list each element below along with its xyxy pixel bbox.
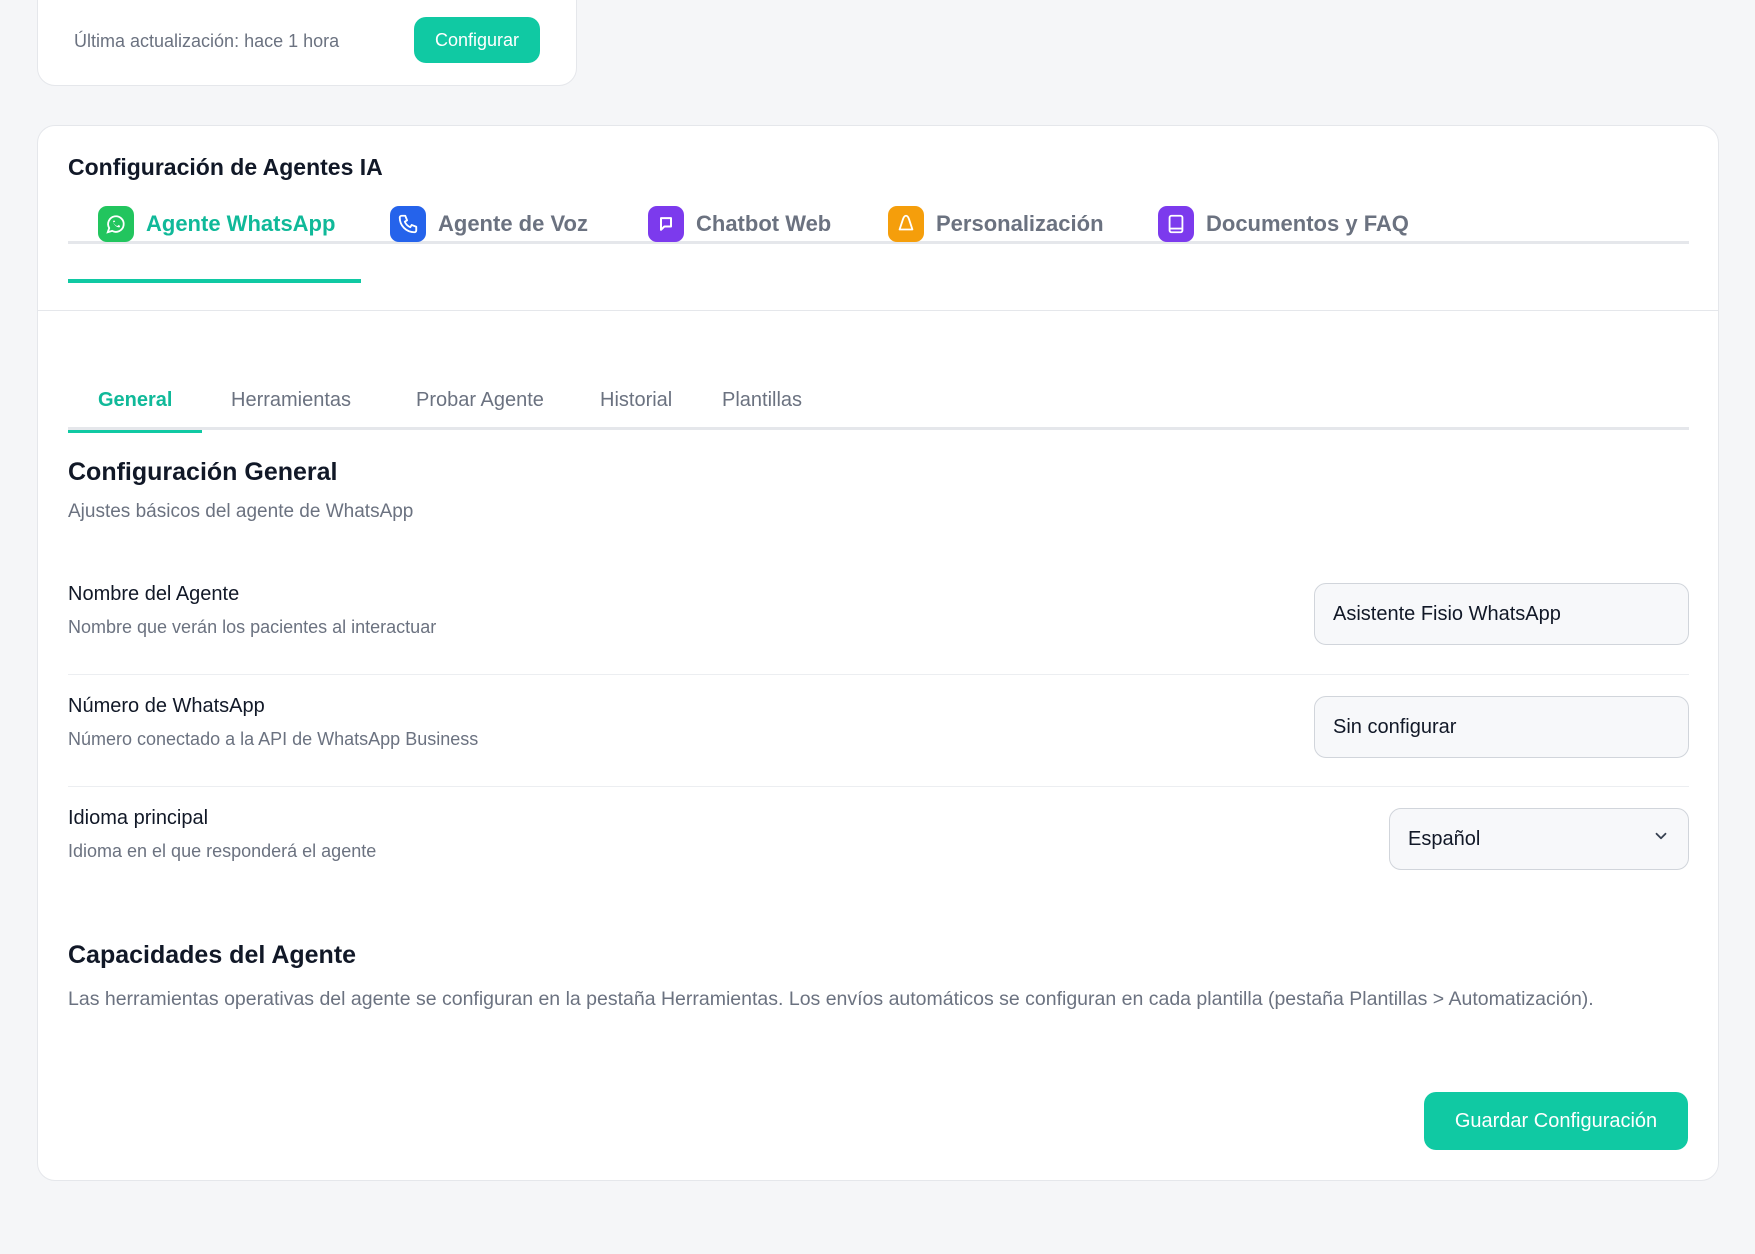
capabilities-text: Las herramientas operativas del agente s… — [68, 988, 1594, 1010]
capabilities-title: Capacidades del Agente — [68, 941, 357, 969]
agent-name-label: Nombre del Agente — [68, 583, 240, 605]
tab-personalizacion[interactable]: Personalización — [888, 204, 1104, 244]
subtab-general[interactable]: General — [68, 378, 203, 433]
language-select[interactable]: Español — [1389, 808, 1689, 870]
agent-tabs: Agente WhatsApp Agente de Voz Chatbot We… — [68, 204, 1689, 283]
tab-chatbot-web[interactable]: Chatbot Web — [648, 204, 831, 244]
setting-row-whatsapp-number: Número de WhatsApp Número conectado a la… — [68, 675, 1689, 787]
subtab-plantillas[interactable]: Plantillas — [692, 378, 832, 430]
general-section-description: Ajustes básicos del agente de WhatsApp — [68, 501, 414, 522]
agent-name-input[interactable] — [1314, 583, 1689, 645]
tab-agente-voz[interactable]: Agente de Voz — [390, 204, 588, 244]
whatsapp-number-input[interactable] — [1314, 696, 1689, 758]
bell-icon — [888, 206, 924, 242]
tab-agente-whatsapp[interactable]: Agente WhatsApp — [68, 204, 361, 283]
language-help: Idioma en el que responderá el agente — [68, 841, 377, 861]
tab-label: Documentos y FAQ — [1206, 211, 1409, 236]
card-title: Configuración de Agentes IA — [68, 154, 383, 180]
whatsapp-icon — [98, 206, 134, 242]
whatsapp-number-label: Número de WhatsApp — [68, 695, 265, 717]
setting-row-agent-name: Nombre del Agente Nombre que verán los p… — [68, 563, 1689, 675]
agents-config-card: Configuración de Agentes IA Agente Whats… — [37, 125, 1719, 1181]
tab-label: Personalización — [936, 211, 1104, 236]
tab-label: Chatbot Web — [696, 211, 832, 236]
subtab-probar-agente[interactable]: Probar Agente — [386, 378, 574, 430]
tab-documentos-faq[interactable]: Documentos y FAQ — [1158, 204, 1409, 244]
language-select-value: Español — [1408, 827, 1481, 850]
phone-icon — [390, 206, 426, 242]
agent-name-help: Nombre que verán los pacientes al intera… — [68, 617, 437, 637]
chevron-down-icon — [1652, 827, 1670, 851]
tab-label: Agente de Voz — [438, 211, 588, 236]
language-label: Idioma principal — [68, 807, 209, 829]
tab-label: Agente WhatsApp — [146, 211, 336, 236]
chat-bubble-icon — [648, 206, 684, 242]
last-update-text: Última actualización: hace 1 hora — [74, 31, 340, 51]
save-config-button[interactable]: Guardar Configuración — [1424, 1092, 1688, 1150]
subtab-herramientas[interactable]: Herramientas — [201, 378, 381, 430]
sub-tabs: General Herramientas Probar Agente Histo… — [68, 378, 1689, 433]
status-card: Última actualización: hace 1 hora Config… — [37, 0, 577, 86]
setting-row-language: Idioma principal Idioma en el que respon… — [68, 787, 1689, 899]
subtab-historial[interactable]: Historial — [570, 378, 702, 430]
header-divider — [38, 310, 1718, 311]
general-section-title: Configuración General — [68, 458, 338, 486]
configure-button[interactable]: Configurar — [414, 17, 540, 63]
whatsapp-number-help: Número conectado a la API de WhatsApp Bu… — [68, 729, 479, 749]
book-icon — [1158, 206, 1194, 242]
